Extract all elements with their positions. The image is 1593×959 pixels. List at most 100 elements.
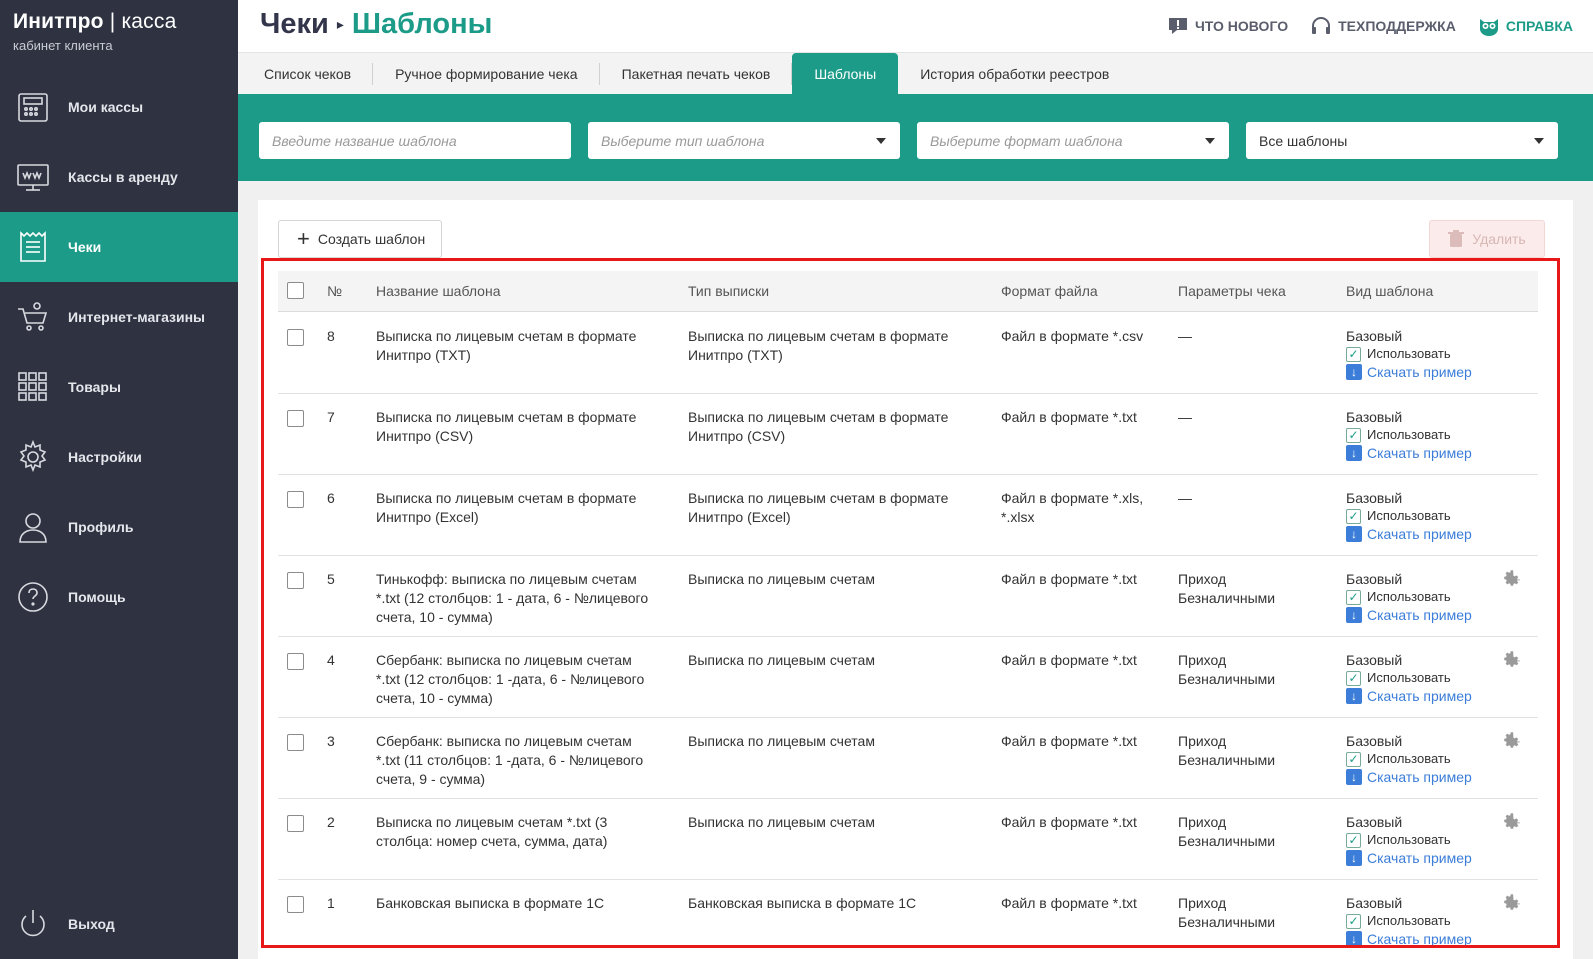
download-sample-link[interactable]: ↓ Скачать пример [1346,363,1472,381]
sidebar-item-my-registers[interactable]: Мои кассы [0,72,238,142]
sidebar-item-receipts[interactable]: Чеки [0,212,238,282]
row-checkbox[interactable] [287,896,304,913]
sidebar-item-profile[interactable]: Профиль [0,492,238,562]
row-format-line: Файл в формате *.txt [1001,814,1137,830]
tab-receipt-list[interactable]: Список чеков [242,53,374,94]
gear-icon[interactable] [1500,811,1522,833]
use-toggle[interactable]: ✓ Использовать [1346,345,1472,363]
row-checkbox[interactable] [287,572,304,589]
row-checkbox[interactable] [287,329,304,346]
create-template-button[interactable]: + Создать шаблон [278,220,443,258]
row-kind-label: Базовый [1346,409,1403,425]
sidebar-item-settings[interactable]: Настройки [0,422,238,492]
sidebar-item-help[interactable]: Помощь [0,562,238,632]
gear-icon[interactable] [1500,568,1522,590]
tab-templates[interactable]: Шаблоны [792,53,899,94]
power-icon [15,906,51,942]
sidebar-item-label: Товары [68,379,121,395]
template-type-select[interactable]: Выберите тип шаблона [588,122,900,159]
use-toggle[interactable]: ✓ Использовать [1346,669,1472,687]
row-format-line: Файл в формате *.txt [1001,571,1137,587]
select-all-checkbox[interactable] [287,282,304,299]
row-num: 4 [327,652,335,668]
use-label: Использовать [1367,670,1451,685]
download-icon: ↓ [1346,850,1362,866]
whats-new-link[interactable]: Что нового [1167,15,1288,37]
download-icon: ↓ [1346,607,1362,623]
col-header-name[interactable]: Название шаблона [376,283,501,299]
sidebar-item-eshops[interactable]: Интернет-магазины [0,282,238,352]
cart-icon [15,299,51,335]
logout-label: Выход [68,916,115,932]
use-toggle[interactable]: ✓ Использовать [1346,507,1472,525]
row-checkbox[interactable] [287,410,304,427]
help-link[interactable]: Справка [1478,15,1573,37]
col-header-format[interactable]: Формат файла [1001,283,1098,299]
row-name-line: столбца: номер счета, сумма, дата) [376,833,608,849]
logout-button[interactable]: Выход [0,889,238,959]
template-format-select[interactable]: Выберите формат шаблона [917,122,1229,159]
cash-register-icon [15,89,51,125]
download-sample-link[interactable]: ↓ Скачать пример [1346,606,1472,624]
row-kind: Базовый ✓ Использовать ↓ Скачать пример [1346,408,1472,462]
row-name-line: счета, 10 - сумма) [376,690,493,706]
row-num: 1 [327,895,335,911]
row-kind-label: Базовый [1346,652,1403,668]
gear-icon[interactable] [1500,730,1522,752]
col-header-num[interactable]: № [327,283,342,299]
row-params-line: Приход [1178,895,1227,911]
sidebar-item-goods[interactable]: Товары [0,352,238,422]
owl-icon [1479,19,1498,36]
row-type-line: Выписка по лицевым счетам [688,571,875,587]
delete-button[interactable]: Удалить [1429,220,1545,258]
row-type: Выписка по лицевым счетам в формате Инитп… [688,489,988,527]
download-sample-link[interactable]: ↓ Скачать пример [1346,444,1472,462]
download-sample-link[interactable]: ↓ Скачать пример [1346,525,1472,543]
download-sample-link[interactable]: ↓ Скачать пример [1346,849,1472,867]
use-toggle[interactable]: ✓ Использовать [1346,426,1472,444]
col-header-kind[interactable]: Вид шаблона [1346,283,1433,299]
use-toggle[interactable]: ✓ Использовать [1346,912,1472,930]
row-name-line: Выписка по лицевым счетам *.txt (3 [376,814,608,830]
template-name-input[interactable]: Введите название шаблона [259,122,571,159]
row-checkbox[interactable] [287,653,304,670]
template-scope-value: Все шаблоны [1259,132,1348,149]
row-name: Выписка по лицевым счетам в формате Инитп… [376,489,676,527]
table-header: № Название шаблона Тип выписки Формат фа… [278,271,1538,312]
row-kind-label: Базовый [1346,895,1403,911]
download-sample-link[interactable]: ↓ Скачать пример [1346,930,1472,945]
template-name-placeholder: Введите название шаблона [272,132,457,149]
gear-icon[interactable] [1500,892,1522,914]
gear-icon[interactable] [1500,649,1522,671]
tab-registry-history[interactable]: История обработки реестров [898,53,1131,94]
download-sample-link[interactable]: ↓ Скачать пример [1346,768,1472,786]
tab-batch-print[interactable]: Пакетная печать чеков [600,53,793,94]
col-header-type[interactable]: Тип выписки [688,283,769,299]
use-toggle[interactable]: ✓ Использовать [1346,831,1472,849]
row-checkbox[interactable] [287,734,304,751]
gear-icon [15,439,51,475]
row-checkbox[interactable] [287,815,304,832]
row-checkbox[interactable] [287,491,304,508]
download-label: Скачать пример [1367,769,1472,785]
template-scope-select[interactable]: Все шаблоны [1246,122,1558,159]
row-type-line: Выписка по лицевым счетам [688,733,875,749]
row-name-line: Сбербанк: выписка по лицевым счетам [376,652,632,668]
download-icon: ↓ [1346,364,1362,380]
col-header-params[interactable]: Параметры чека [1178,283,1286,299]
download-sample-link[interactable]: ↓ Скачать пример [1346,687,1472,705]
sidebar-nav: Мои кассы Кассы в аренду Чеки Интернет-м… [0,72,238,632]
row-name: Тинькофф: выписка по лицевым счетам *.txt… [376,570,676,627]
breadcrumb-root[interactable]: Чеки [260,8,329,41]
use-toggle[interactable]: ✓ Использовать [1346,588,1472,606]
row-format-line: Файл в формате *.txt [1001,733,1137,749]
breadcrumb-separator-icon: ▸ [336,16,344,32]
row-type: Выписка по лицевым счетам [688,570,988,589]
row-params-line: Безналичными [1178,752,1276,768]
sidebar-item-rent[interactable]: Кассы в аренду [0,142,238,212]
download-icon: ↓ [1346,688,1362,704]
use-toggle[interactable]: ✓ Использовать [1346,750,1472,768]
table-row: 3 Сбербанк: выписка по лицевым счетам *.tx… [278,718,1538,799]
support-link[interactable]: Техподдержка [1310,15,1456,37]
tab-manual-receipt[interactable]: Ручное формирование чека [373,53,600,94]
